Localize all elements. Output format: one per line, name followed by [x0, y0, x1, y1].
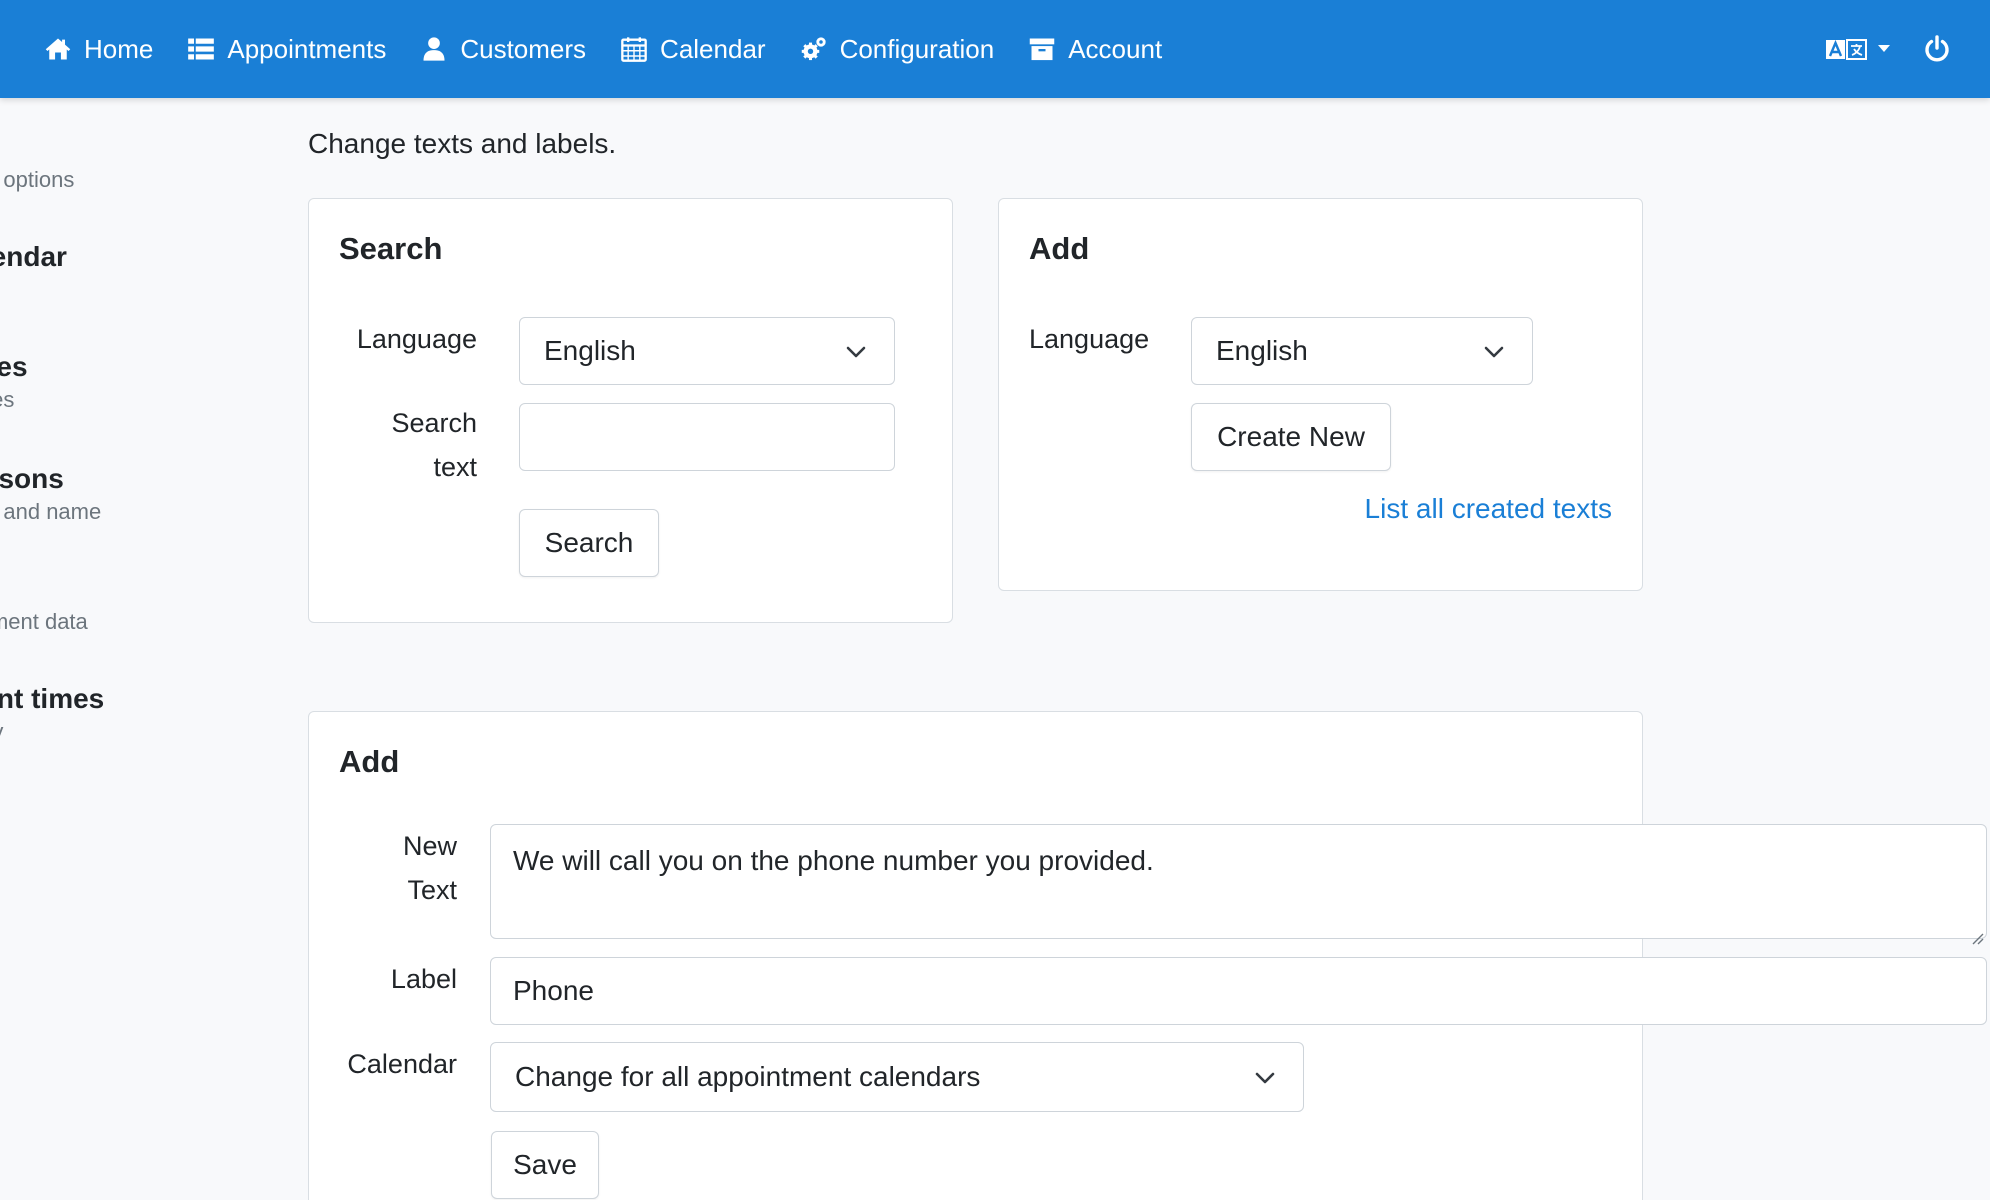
- calendar-select[interactable]: Change for all appointment calendars: [490, 1042, 1304, 1112]
- calendar-select-value: Change for all appointment calendars: [515, 1061, 981, 1092]
- search-language-label: Language: [356, 324, 477, 354]
- nav-customers-label: Customers: [460, 33, 587, 64]
- nav-account-label: Account: [1068, 33, 1163, 64]
- add-card-title: Add: [1029, 231, 1090, 266]
- sidebar-item-title: t Times: [0, 351, 28, 382]
- chevron-down-icon: [1482, 339, 1506, 363]
- nav-customers[interactable]: Customers: [420, 34, 586, 65]
- nav-account[interactable]: Account: [1028, 34, 1162, 65]
- search-text-label: Search text: [329, 401, 477, 489]
- add-language-select[interactable]: English: [1191, 317, 1533, 385]
- search-text-label-line1: Search: [391, 408, 477, 438]
- sidebar-item-settings[interactable]: ings uration options: [0, 130, 250, 194]
- search-language-select[interactable]: English: [519, 317, 895, 385]
- label-input[interactable]: Phone: [490, 957, 1987, 1025]
- nav-home[interactable]: Home: [44, 34, 153, 65]
- add-language-value: English: [1216, 335, 1308, 366]
- new-text-value: We will call you on the phone number you…: [513, 845, 1154, 876]
- nav-appointments-label: Appointments: [227, 33, 387, 64]
- sidebar-item-title: ntment times: [0, 683, 105, 714]
- user-icon: [420, 35, 448, 63]
- config-sidebar: ings uration options t Calendar ars t Ti…: [0, 98, 250, 1200]
- create-new-button[interactable]: Create New: [1191, 403, 1391, 471]
- home-icon: [44, 35, 72, 63]
- gears-icon: [800, 35, 828, 63]
- sidebar-item-calendar[interactable]: t Calendar ars: [0, 240, 250, 304]
- search-text-input[interactable]: [519, 403, 895, 471]
- power-icon[interactable]: [1924, 35, 1950, 63]
- chevron-down-icon: [844, 339, 868, 363]
- nav-calendar[interactable]: Calendar: [620, 34, 766, 65]
- calendar-icon: [620, 35, 648, 63]
- sidebar-item-times[interactable]: t Times art times: [0, 350, 250, 414]
- label-field-label: Label: [390, 964, 457, 994]
- search-card-title: Search: [339, 231, 443, 266]
- new-text-label-line2: Text: [407, 875, 457, 905]
- sidebar-item-reasons[interactable]: t Reasons uration and name: [0, 462, 250, 526]
- sidebar-item-subtitle: art times: [0, 387, 15, 412]
- resize-grip-icon[interactable]: [1968, 920, 1984, 945]
- sidebar-item-subtitle: ars: [0, 276, 250, 304]
- sidebar-item-appointment-times[interactable]: ntment times urrently: [0, 682, 250, 746]
- nav-home-label: Home: [84, 33, 154, 64]
- sidebar-item-title: m: [0, 572, 250, 606]
- nav-configuration[interactable]: Configuration: [800, 33, 995, 65]
- list-icon: [187, 35, 215, 63]
- sidebar-item-title: t Reasons: [0, 463, 64, 494]
- sidebar-item-subtitle: ppointment data: [0, 609, 88, 634]
- nav-appointments[interactable]: Appointments: [187, 34, 386, 65]
- search-language-value: English: [544, 335, 636, 366]
- search-card: Search Language English Search text Sear…: [308, 198, 953, 623]
- add-language-label: Language: [1029, 324, 1150, 354]
- sidebar-item-subtitle: uration and name: [0, 499, 102, 524]
- new-text-label: New Text: [329, 824, 457, 912]
- archive-icon: [1028, 35, 1056, 63]
- add-form-title: Add: [339, 744, 400, 779]
- language-dropdown[interactable]: [1826, 37, 1890, 61]
- chevron-down-icon: [1253, 1065, 1277, 1089]
- navbar-right: [1826, 0, 1950, 98]
- page-intro: Change texts and labels.: [308, 128, 617, 159]
- sidebar-item-form[interactable]: m ppointment data: [0, 572, 250, 636]
- nav-configuration-label: Configuration: [839, 33, 995, 64]
- sidebar-item-title: ings: [0, 130, 250, 164]
- list-created-texts-link[interactable]: List all created texts: [1365, 493, 1612, 525]
- main-nav: Home Appointments Customers Calendar Con…: [44, 0, 1196, 98]
- new-text-label-line1: New: [402, 831, 457, 861]
- sidebar-item-title: t Calendar: [0, 241, 67, 272]
- add-form-card: Add New Text Label Calendar Save: [308, 711, 1643, 1200]
- new-text-textarea[interactable]: We will call you on the phone number you…: [490, 824, 1987, 945]
- nav-calendar-label: Calendar: [660, 33, 766, 64]
- language-icon: [1826, 37, 1868, 61]
- chevron-down-icon: [1878, 45, 1890, 53]
- add-text-card: Add Language English Create New List all…: [998, 198, 1643, 591]
- search-text-label-line2: text: [433, 452, 477, 482]
- calendar-field-label: Calendar: [347, 1049, 457, 1079]
- sidebar-item-subtitle: uration options: [0, 167, 75, 192]
- save-button[interactable]: Save: [491, 1131, 599, 1199]
- top-navbar: Home Appointments Customers Calendar Con…: [0, 0, 1990, 98]
- sidebar-item-subtitle: urrently: [0, 718, 250, 746]
- search-button[interactable]: Search: [519, 509, 659, 577]
